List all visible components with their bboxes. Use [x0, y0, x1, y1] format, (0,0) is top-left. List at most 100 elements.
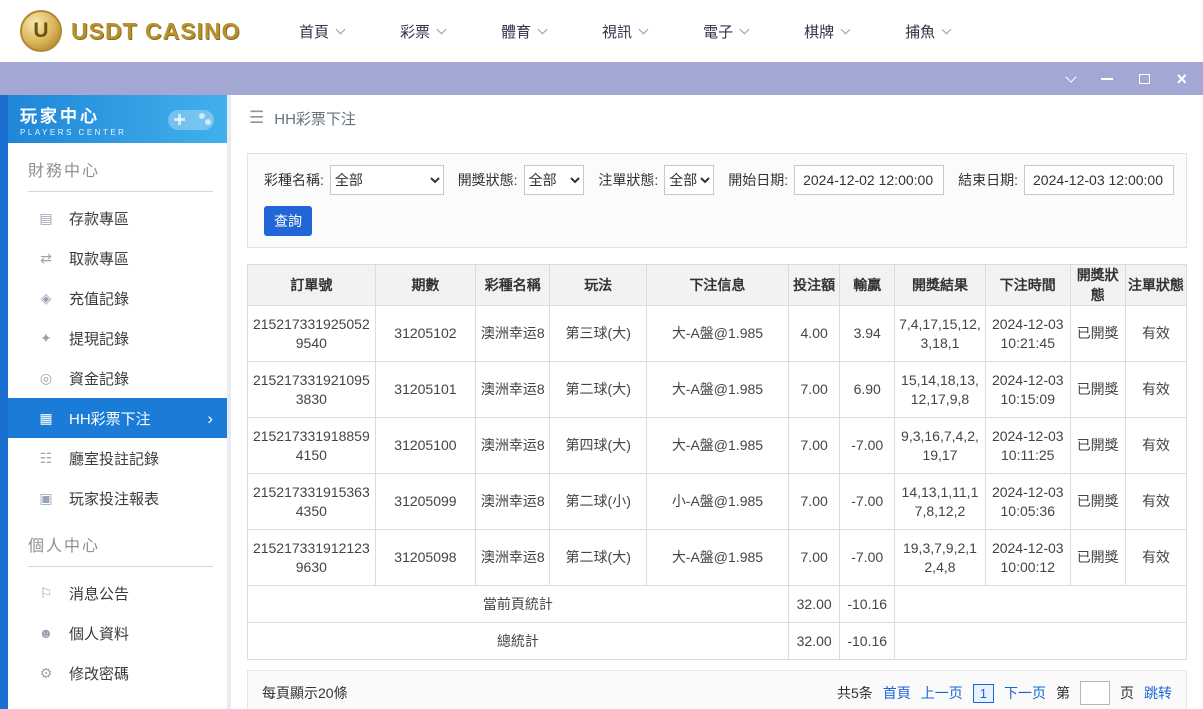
grand-summary-winloss-total: -10.16 [839, 622, 895, 660]
prev-page-link[interactable]: 上一页 [921, 683, 963, 703]
breadcrumb: ☰ HH彩票下注 [231, 95, 1203, 141]
cell-period: 31205099 [374, 473, 477, 530]
sidebar-item-label: 修改密碼 [69, 665, 130, 683]
nav-item-board-games[interactable]: 棋牌 [804, 21, 851, 42]
logo[interactable]: U USDT CASINO [20, 10, 255, 52]
nav-label: 視訊 [602, 23, 633, 41]
funds-record-icon: ◎ [39, 369, 53, 386]
cell-play-type: 第二球(大) [549, 361, 648, 418]
page-jump-input[interactable] [1080, 681, 1110, 705]
sidebar-item-deposit[interactable]: ▤ 存款專區 [8, 198, 227, 238]
top-navbar: U USDT CASINO 首頁 彩票 體育 視訊 電子 棋牌 捕魚 [0, 0, 1203, 62]
sidebar-item-profile[interactable]: ☻ 個人資料 [8, 613, 227, 653]
nav-label: 捕魚 [905, 23, 936, 41]
cell-order-id: 2152173319153634350 [247, 473, 376, 530]
person-icon: ☻ [38, 625, 54, 641]
sidebar-item-hh-lottery-bets[interactable]: ▦ HH彩票下注 › [8, 398, 227, 438]
cell-lottery-name: 澳洲幸运8 [475, 529, 551, 586]
cell-period: 31205102 [374, 305, 477, 362]
menu-icon[interactable]: ☰ [249, 108, 264, 128]
withdrawal-record-icon: ✦ [40, 329, 52, 346]
lottery-name-select[interactable]: 全部 [329, 165, 444, 195]
sidebar-item-label: 充值記錄 [69, 290, 130, 308]
nav-label: 體育 [501, 23, 532, 41]
cell-draw-status: 已開獎 [1069, 305, 1126, 362]
sidebar-item-recharge-record[interactable]: ◈ 充值記錄 [8, 278, 227, 318]
page-summary-bet-total: 32.00 [787, 585, 841, 623]
sidebar-item-label: 取款專區 [69, 250, 130, 268]
cell-order-status: 有效 [1124, 529, 1188, 586]
nav-item-slots[interactable]: 電子 [703, 21, 750, 42]
cell-draw-status: 已開獎 [1069, 473, 1126, 530]
chevron-down-icon [335, 24, 346, 34]
cell-bet-time: 2024-12-03 10:00:12 [985, 529, 1071, 586]
nav-item-lottery[interactable]: 彩票 [400, 21, 447, 42]
gear-icon: ⚙ [39, 664, 53, 681]
sidebar-item-change-password[interactable]: ⚙ 修改密碼 [8, 653, 227, 693]
sidebar-item-label: 個人資料 [69, 625, 130, 643]
filter-row: 彩種名稱: 全部 開獎狀態: 全部 注單狀態: 全部 開始日期: 結束日期: [260, 165, 1174, 195]
nav-item-live-video[interactable]: 視訊 [602, 21, 649, 42]
next-page-link[interactable]: 下一页 [1004, 683, 1046, 703]
cell-bet-info: 大-A盤@1.985 [646, 417, 789, 474]
section-finance-center: 財務中心 [8, 143, 227, 192]
filter-panel: 彩種名稱: 全部 開獎狀態: 全部 注單狀態: 全部 開始日期: 結束日期: [247, 153, 1187, 248]
grand-summary-row: 總統計 32.00 -10.16 [247, 622, 1188, 660]
pagination-controls: 共5条 首頁 上一页 1 下一页 第 页 跳转 [837, 681, 1172, 705]
sidebar-item-withdrawal-record[interactable]: ✦ 提現記錄 [8, 318, 227, 358]
lottery-bets-icon: ▦ [39, 409, 53, 426]
table-row: 2152173319121239630 31205098 澳洲幸运8 第二球(大… [247, 529, 1188, 586]
window-collapse-icon[interactable] [1065, 70, 1078, 83]
finance-center-header: 財務中心 [28, 157, 213, 192]
cell-play-type: 第二球(大) [549, 529, 648, 586]
cell-lottery-name: 澳洲幸运8 [475, 417, 551, 474]
cell-bet-info: 大-A盤@1.985 [646, 361, 789, 418]
room-bet-record-icon: ☷ [39, 449, 53, 466]
sidebar-item-room-bet-record[interactable]: ☷ 廳室投註記錄 [8, 438, 227, 478]
cell-order-id: 2152173319121239630 [247, 529, 376, 586]
cell-period: 31205098 [374, 529, 477, 586]
sidebar-item-player-bet-report[interactable]: ▣ 玩家投注報表 [8, 478, 227, 518]
window-titlebar: × [0, 62, 1203, 95]
cell-play-type: 第三球(大) [549, 305, 648, 362]
cell-win-loss: -7.00 [839, 417, 895, 474]
main-menu: 首頁 彩票 體育 視訊 電子 棋牌 捕魚 [299, 21, 952, 42]
cell-bet-time: 2024-12-03 10:21:45 [985, 305, 1071, 362]
bell-icon: ⚐ [39, 584, 53, 601]
jump-link[interactable]: 跳转 [1144, 683, 1172, 703]
window-close-icon[interactable]: × [1176, 70, 1187, 88]
cell-order-id: 2152173319210953830 [247, 361, 376, 418]
chevron-right-icon: › [207, 408, 213, 428]
chevron-down-icon [941, 24, 952, 34]
page-summary-empty [893, 585, 1188, 623]
sidebar-item-label: 廳室投註記錄 [69, 450, 160, 468]
nav-item-home[interactable]: 首頁 [299, 21, 346, 42]
sidebar-item-funds-record[interactable]: ◎ 資金記錄 [8, 358, 227, 398]
draw-status-select[interactable]: 全部 [523, 165, 585, 195]
col-header-win-loss: 輸贏 [839, 264, 895, 306]
chevron-down-icon [436, 24, 447, 34]
search-button[interactable]: 查詢 [264, 206, 312, 236]
col-header-order-status: 注單狀態 [1124, 264, 1188, 306]
app-area: 玩家中心 PLAYERS CENTER 財務中心 ▤ 存款專區 ⇄ 取款專區 ◈… [0, 95, 1203, 709]
first-page-link[interactable]: 首頁 [883, 683, 911, 703]
pagination-bar: 每頁顯示20條 共5条 首頁 上一页 1 下一页 第 页 跳转 [247, 670, 1187, 709]
nav-item-sports[interactable]: 體育 [501, 21, 548, 42]
end-date-input[interactable] [1024, 165, 1174, 195]
window-minimize-icon[interactable] [1101, 77, 1114, 80]
start-date-input[interactable] [794, 165, 945, 195]
window-maximize-icon[interactable] [1139, 73, 1151, 84]
nav-item-fishing[interactable]: 捕魚 [905, 21, 952, 42]
nav-label: 棋牌 [804, 23, 835, 41]
cell-lottery-name: 澳洲幸运8 [475, 305, 551, 362]
current-page-indicator[interactable]: 1 [972, 683, 994, 703]
cell-order-id: 2152173319250529540 [247, 305, 376, 362]
order-status-select[interactable]: 全部 [664, 165, 715, 195]
nav-label: 彩票 [400, 23, 431, 41]
sidebar-item-announcements[interactable]: ⚐ 消息公告 [8, 573, 227, 613]
cell-draw-status: 已開獎 [1069, 361, 1126, 418]
page-summary-label: 當前頁統計 [247, 585, 789, 623]
sidebar-item-withdraw[interactable]: ⇄ 取款專區 [8, 238, 227, 278]
cell-bet-amount: 7.00 [787, 361, 841, 418]
coin-logo-icon: U [20, 10, 62, 52]
